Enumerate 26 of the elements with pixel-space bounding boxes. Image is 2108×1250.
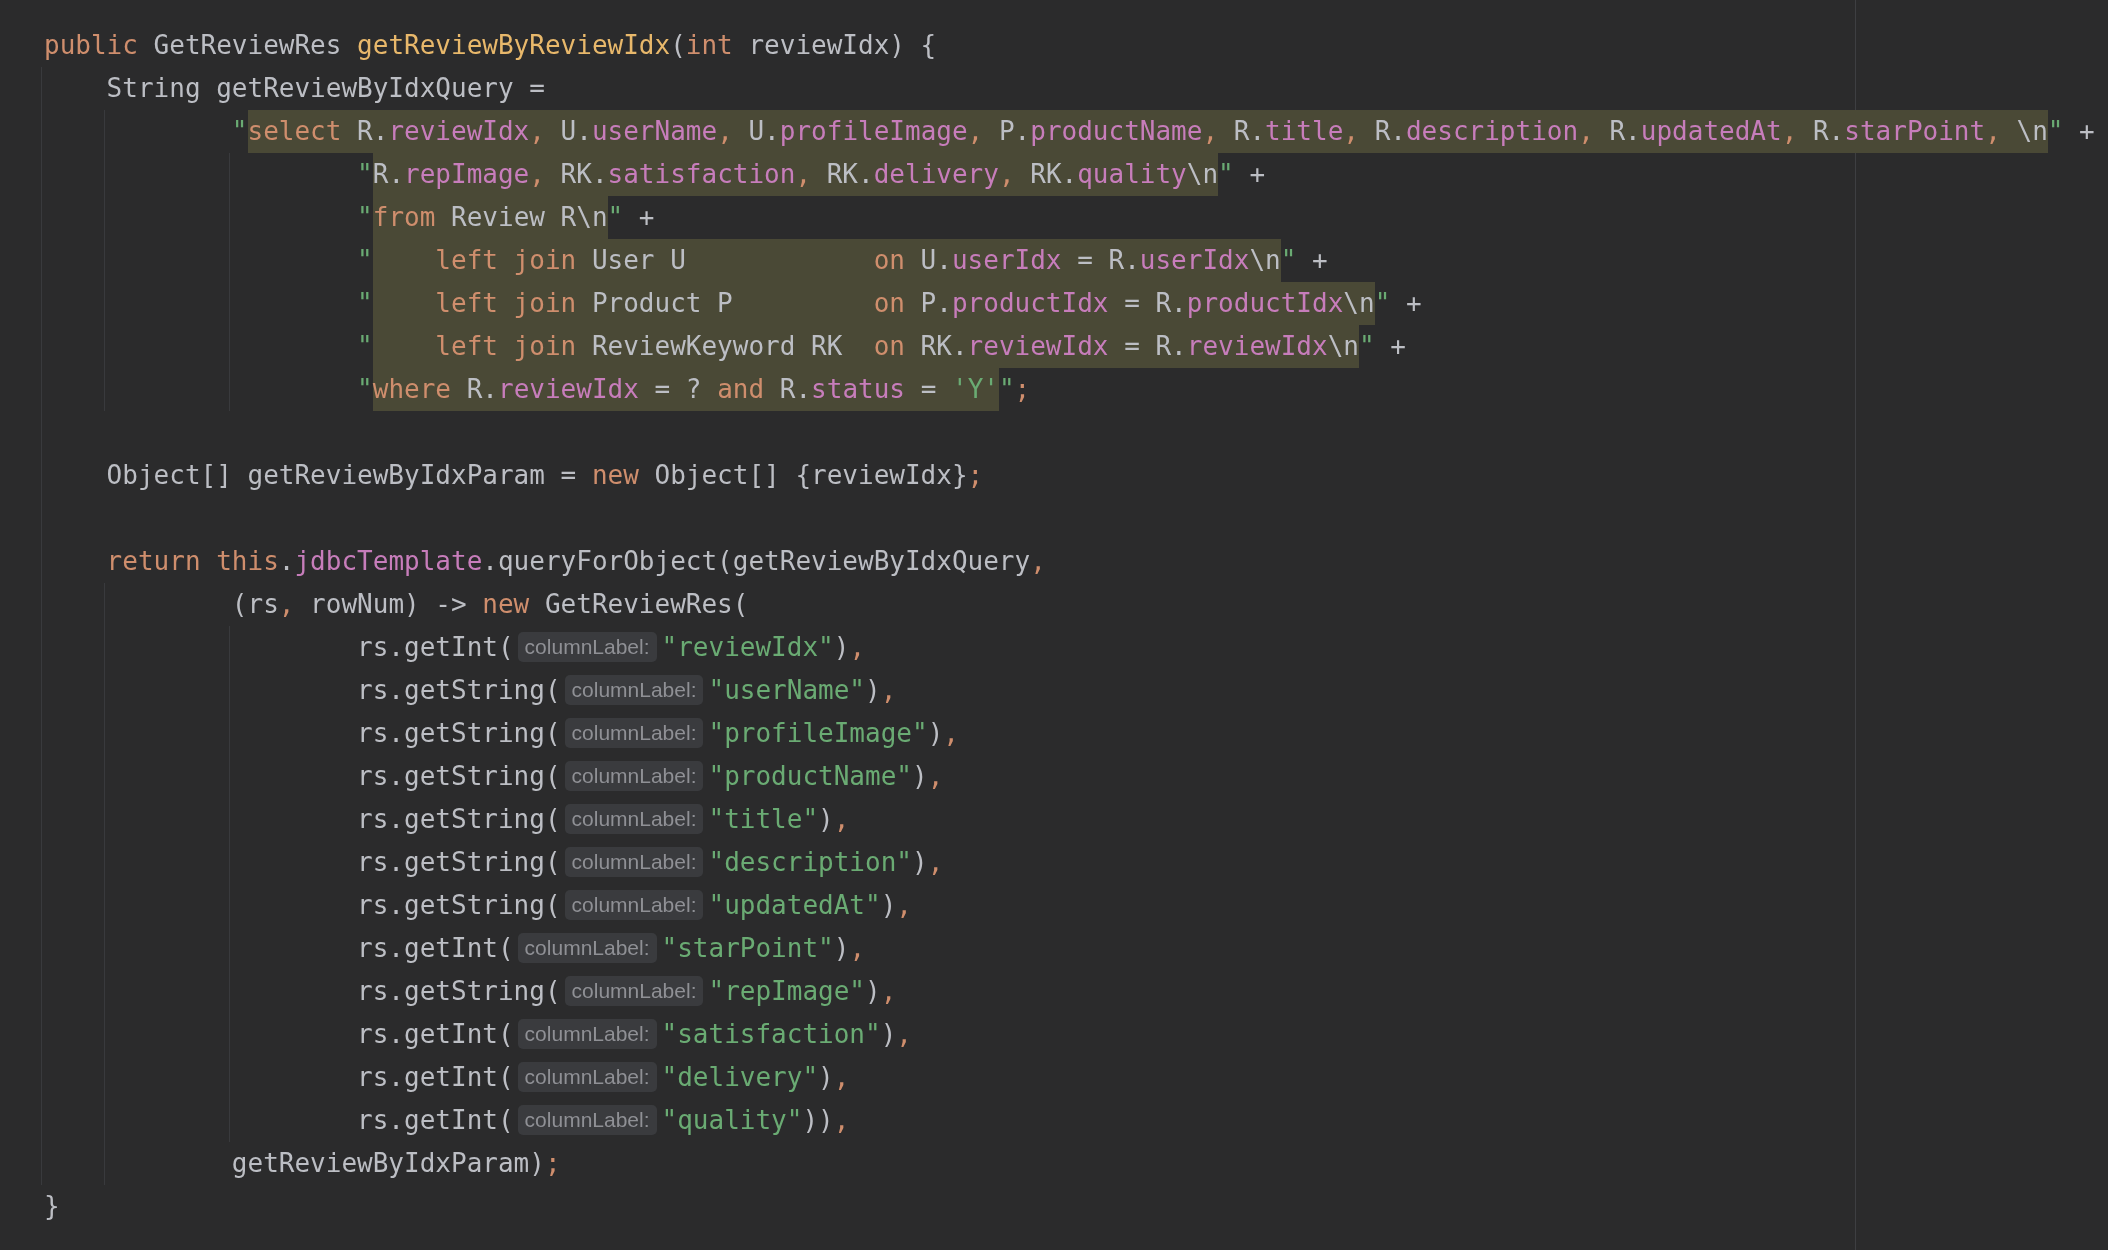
code-line: rs.getString( columnLabel: "userName"), [356, 673, 897, 707]
code-line: public GetReviewRes getReviewByReviewIdx(int reviewIdx) { [44, 29, 937, 62]
code-line: return this.jdbcTemplate.queryForObject(getReviewByIdxQuery, [105, 545, 1046, 578]
code-line: " left join ReviewKeyword RK on RK.reviewIdx = R.reviewIdx\n" + [44, 325, 1406, 368]
code-line: Object[] getReviewByIdxParam = new Object[] {reviewIdx}; [105, 459, 984, 492]
code-line: getReviewByIdxParam); [230, 1147, 561, 1180]
code-line: rs.getInt( columnLabel: "satisfaction"), [356, 1017, 912, 1051]
code-line: } [44, 1190, 60, 1223]
code-line: rs.getInt( columnLabel: "quality")), [356, 1103, 850, 1137]
code-line: String getReviewByIdxQuery = [105, 72, 545, 105]
code-line: "R.repImage, RK.satisfaction, RK.delivery, RK.quality\n" + [44, 153, 1266, 196]
code-line: rs.getString( columnLabel: "productName"), [356, 759, 944, 793]
code-line: " left join User U on U.userIdx = R.userIdx\n" + [44, 239, 1328, 282]
code-line: rs.getInt( columnLabel: "delivery"), [356, 1060, 850, 1094]
code-line: rs.getString( columnLabel: "description"), [356, 845, 944, 879]
code-line: rs.getString( columnLabel: "title"), [356, 802, 850, 836]
code-line: rs.getString( columnLabel: "profileImage"), [356, 716, 959, 750]
code-line: rs.getString( columnLabel: "repImage"), [356, 974, 897, 1008]
code-line: (rs, rowNum) -> new GetReviewRes( [230, 588, 749, 621]
code-line: rs.getInt( columnLabel: "reviewIdx"), [356, 630, 866, 664]
code-line: rs.getString( columnLabel: "updatedAt"), [356, 888, 912, 922]
code-line: " left join Product P on P.productIdx = R.productIdx\n" + [44, 282, 1422, 325]
code-line: "where R.reviewIdx = ? and R.status = 'Y'"; [44, 368, 1031, 411]
code-line: "from Review R\n" + [44, 196, 655, 239]
code-line: rs.getInt( columnLabel: "starPoint"), [356, 931, 866, 965]
code-line: "select R.reviewIdx, U.userName, U.profileImage, P.productName, R.title, R.description, R.updatedAt, R.starPoint, \n" + [44, 110, 2095, 153]
